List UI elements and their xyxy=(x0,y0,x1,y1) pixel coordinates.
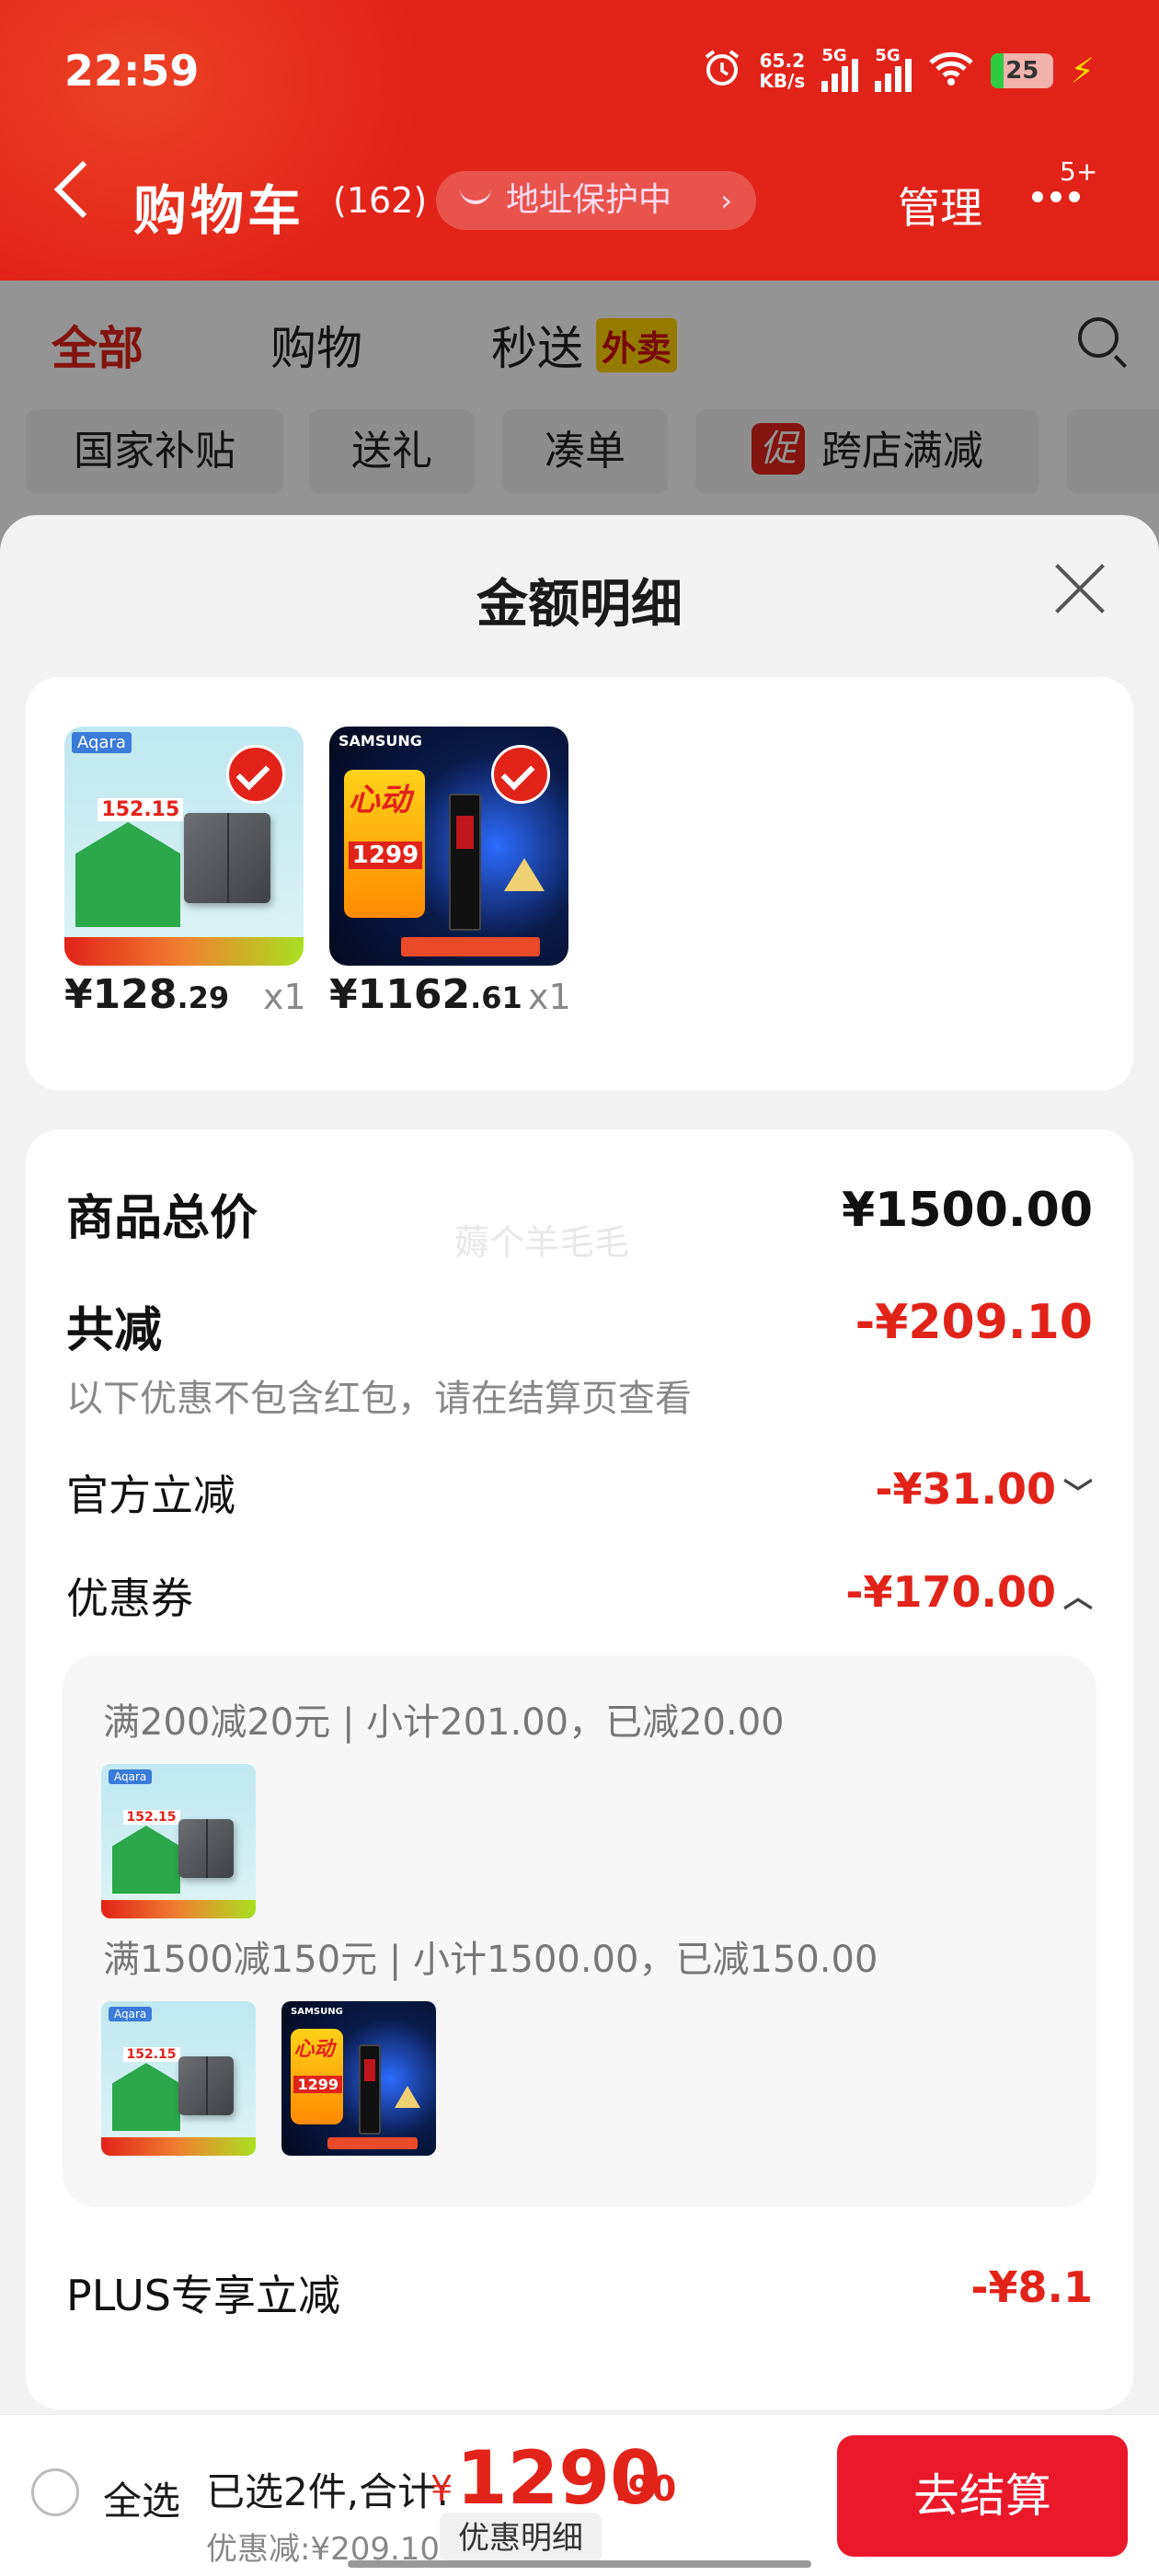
cart-count: (162) xyxy=(333,180,428,221)
message-badge: 5+ xyxy=(1060,156,1098,187)
promo-strip xyxy=(327,2136,418,2150)
discount-detail-button[interactable]: 优惠明细 xyxy=(440,2513,602,2564)
reduce-label: 共减 xyxy=(66,1303,163,1358)
amount-detail-sheet: 金额明细 Aqara 152.15 SAMSUNG 心动 1299 ¥128.2… xyxy=(0,515,1159,2575)
close-icon[interactable] xyxy=(1052,561,1107,616)
select-all-radio[interactable] xyxy=(31,2468,79,2516)
plus-value: -¥8.1 xyxy=(970,2262,1093,2312)
status-bar: 22:59 65.2 KB/s 5G 5G 25 ⚡ xyxy=(0,0,1159,138)
checkout-bar: 全选 已选2件,合计: ¥ 1290 .90 优惠减:¥209.10 优惠明细 … xyxy=(0,2414,1159,2576)
warranty-badge xyxy=(504,858,545,891)
alarm-icon xyxy=(702,48,742,94)
smile-icon xyxy=(460,186,491,204)
home-indicator[interactable] xyxy=(348,2560,811,2568)
chevron-up-icon: ︿ xyxy=(1062,1579,1093,1614)
signal-icon: 5G xyxy=(821,46,859,92)
selected-summary: 已选2件,合计: xyxy=(206,2469,450,2514)
net-speed: 65.2 KB/s xyxy=(759,50,806,92)
official-label: 官方立减 xyxy=(66,1471,235,1520)
coupon-label: 优惠券 xyxy=(66,1574,193,1623)
nav-bar: 购物车 (162) 地址保护中 › 管理 5+ xyxy=(0,156,1159,248)
promo-strip xyxy=(101,2136,256,2156)
switch-image xyxy=(184,812,270,904)
selected-check-icon xyxy=(491,745,550,804)
selected-check-icon xyxy=(226,745,285,804)
signal-icon-2: 5G xyxy=(875,46,912,92)
house-graphic xyxy=(75,822,181,928)
aqara-logo: Aqara xyxy=(72,732,132,753)
product-price: ¥128.29 xyxy=(64,971,230,1018)
samsung-price-tag: 1299 xyxy=(348,841,423,869)
total-label: 商品总价 xyxy=(66,1191,258,1246)
official-value-row[interactable]: -¥31.00 ﹀ xyxy=(875,1464,1093,1514)
currency-symbol: ¥ xyxy=(430,2468,453,2509)
coupon-value-row[interactable]: -¥170.00 ︿ xyxy=(845,1567,1093,1617)
house-graphic xyxy=(112,2063,180,2132)
header: 22:59 65.2 KB/s 5G 5G 25 ⚡ 购物车 (162) 地址保护… xyxy=(0,0,1159,313)
ssd-image xyxy=(449,793,482,932)
chevron-right-icon: › xyxy=(720,183,732,218)
warranty-badge xyxy=(395,2086,421,2109)
chevron-down-icon: ﹀ xyxy=(1062,1476,1093,1511)
checkout-button[interactable]: 去结算 xyxy=(837,2435,1128,2557)
house-graphic xyxy=(112,1826,180,1895)
aqara-price-tag: 152.15 xyxy=(122,1810,180,1826)
switch-image xyxy=(178,2056,235,2116)
more-icon[interactable] xyxy=(1032,191,1080,202)
product-qty: x1 xyxy=(528,977,571,1017)
page-title: 购物车 xyxy=(133,179,305,242)
coupon-line: 满1500减150元 | 小计1500.00，已减150.00 xyxy=(103,1939,878,1981)
aqara-logo: Aqara xyxy=(109,2007,153,2021)
aqara-price-tag: 152.15 xyxy=(122,2047,180,2063)
product-price: ¥1162.61 xyxy=(329,971,522,1018)
status-icons: 65.2 KB/s 5G 5G 25 ⚡ xyxy=(702,46,1095,94)
coupon-thumb-aqara[interactable]: Aqara 152.15 xyxy=(101,2001,256,2156)
address-protect-button[interactable]: 地址保护中 › xyxy=(436,171,756,230)
promo-strip xyxy=(401,936,540,956)
plus-label: PLUS专享立减 xyxy=(66,2271,340,2320)
aqara-logo: Aqara xyxy=(109,1769,153,1784)
ssd-image xyxy=(359,2044,382,2135)
product-thumb-aqara[interactable]: Aqara 152.15 xyxy=(64,727,304,966)
total-value: ¥1500.00 xyxy=(841,1183,1093,1238)
official-value: -¥31.00 xyxy=(875,1464,1056,1514)
coupon-thumb-aqara[interactable]: Aqara 152.15 xyxy=(101,1764,256,1918)
charging-bolt-icon: ⚡ xyxy=(1070,51,1095,91)
sheet-title: 金额明细 xyxy=(476,575,683,635)
manage-button[interactable]: 管理 xyxy=(898,175,982,235)
selected-products-card: Aqara 152.15 SAMSUNG 心动 1299 ¥128.29 x1 … xyxy=(26,677,1133,1091)
promo-strip xyxy=(64,936,304,966)
promo-strip xyxy=(101,1899,256,1918)
battery-icon: 25 xyxy=(991,53,1054,88)
total-amount-decimal: .90 xyxy=(614,2468,677,2509)
select-all-label[interactable]: 全选 xyxy=(103,2470,180,2526)
promo-badge-text: 心动 xyxy=(348,782,411,819)
samsung-logo: SAMSUNG xyxy=(339,732,422,750)
reduce-value: -¥209.10 xyxy=(855,1295,1093,1350)
address-protect-label: 地址保护中 xyxy=(506,181,672,219)
samsung-price-tag: 1299 xyxy=(293,2075,342,2093)
samsung-logo: SAMSUNG xyxy=(291,2007,343,2017)
clock: 22:59 xyxy=(64,46,200,96)
watermark: 薅个羊毛毛 xyxy=(454,1222,630,1263)
wifi-icon xyxy=(928,50,974,92)
coupon-value: -¥170.00 xyxy=(845,1567,1056,1617)
promo-badge-text: 心动 xyxy=(293,2037,335,2061)
reduce-note: 以下优惠不包含红包，请在结算页查看 xyxy=(66,1378,692,1420)
switch-image xyxy=(178,1819,235,1879)
product-qty: x1 xyxy=(263,977,306,1017)
price-breakdown-card: 薅个羊毛毛 商品总价 ¥1500.00 共减 -¥209.10 以下优惠不包含红… xyxy=(26,1129,1133,2410)
coupon-line: 满200减20元 | 小计201.00，已减20.00 xyxy=(103,1701,785,1744)
product-thumb-samsung[interactable]: SAMSUNG 心动 1299 xyxy=(329,727,568,966)
coupon-thumb-samsung[interactable]: SAMSUNG 心动 1299 xyxy=(281,2001,436,2156)
coupon-detail-box: 满200减20元 | 小计201.00，已减20.00 Aqara 152.15… xyxy=(63,1655,1096,2207)
back-arrow-icon[interactable] xyxy=(53,160,112,219)
aqara-price-tag: 152.15 xyxy=(98,798,184,821)
